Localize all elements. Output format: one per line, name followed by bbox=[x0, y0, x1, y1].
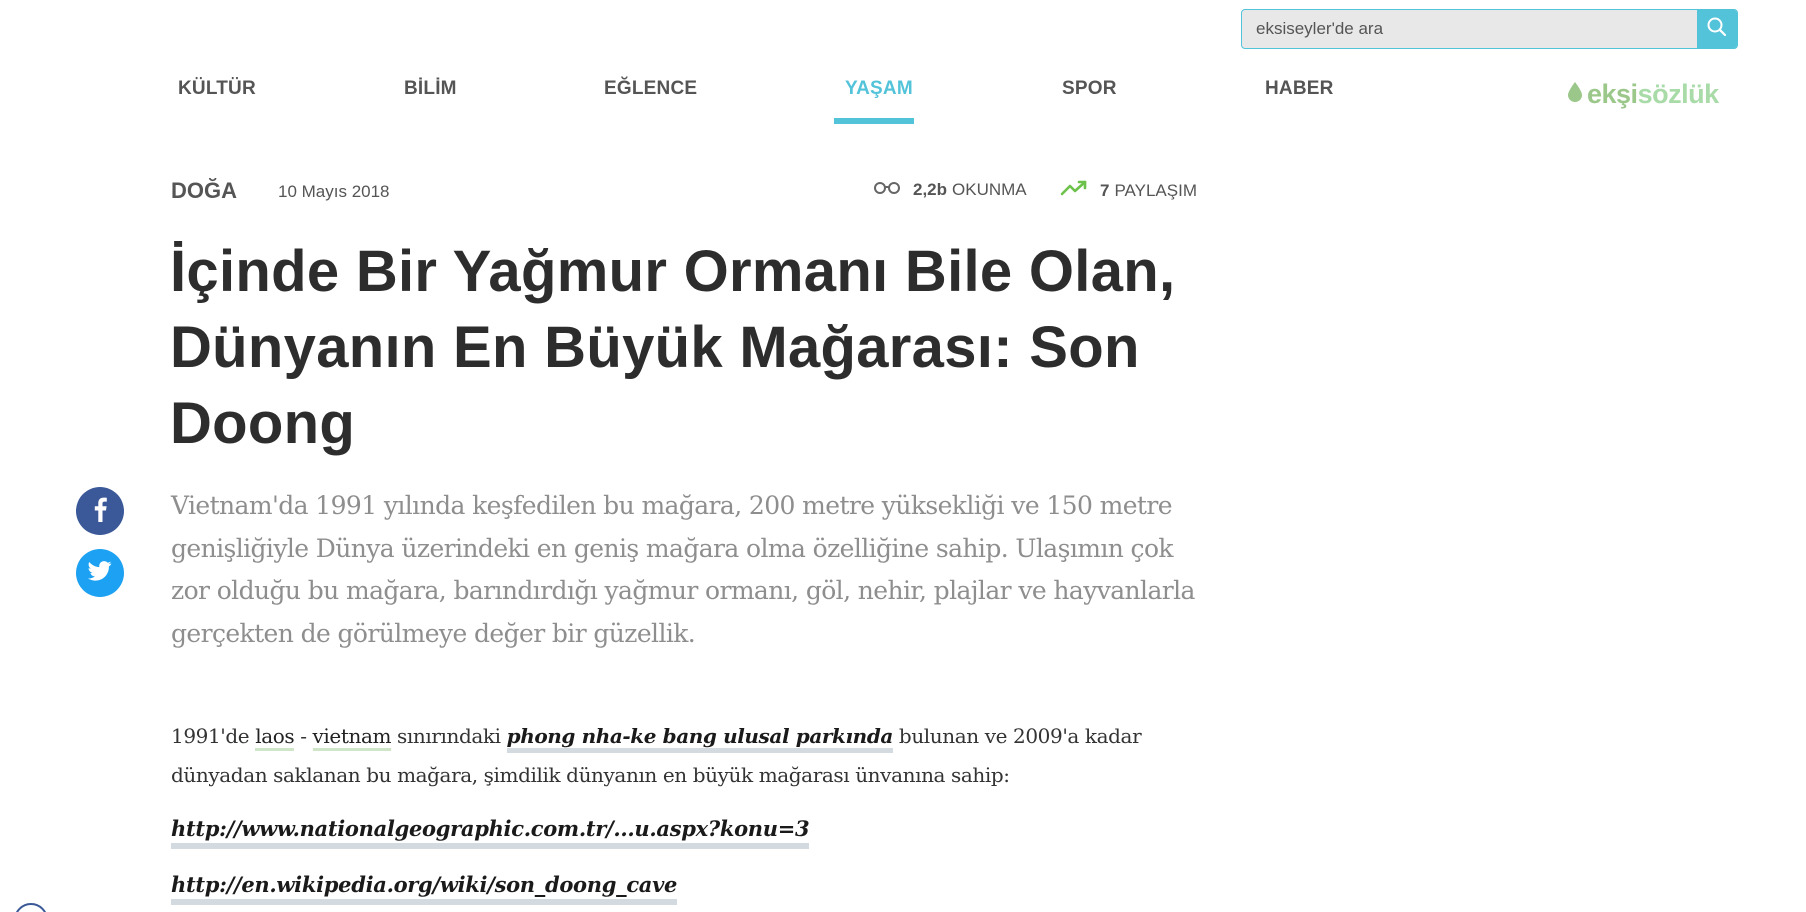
link-laos[interactable]: laos bbox=[255, 724, 295, 751]
search-button[interactable] bbox=[1697, 10, 1737, 48]
search-box bbox=[1241, 9, 1738, 49]
nav-item-haber[interactable]: HABER bbox=[1265, 78, 1334, 100]
facebook-icon bbox=[93, 496, 107, 527]
drop-icon bbox=[1567, 79, 1583, 110]
article-body: 1991'de laos - vietnam sınırındaki phong… bbox=[171, 717, 1231, 795]
body-text-segment: - bbox=[294, 724, 313, 748]
twitter-icon bbox=[87, 560, 112, 586]
article-date: 10 Mayıs 2018 bbox=[278, 182, 390, 201]
article-lead: Vietnam'da 1991 yılında keşfedilen bu ma… bbox=[171, 491, 1195, 648]
search-input[interactable] bbox=[1242, 10, 1697, 48]
share-count: 7 PAYLAŞIM bbox=[1060, 180, 1197, 201]
article-category[interactable]: DOĞA bbox=[171, 178, 237, 204]
main-nav: KÜLTÜR BİLİM EĞLENCE YAŞAM SPOR HABER bbox=[0, 78, 1806, 128]
link-national-geographic[interactable]: http://www.nationalgeographic.com.tr/...… bbox=[171, 815, 810, 849]
read-count-value: 2,2b bbox=[913, 180, 948, 199]
nav-item-kultur[interactable]: KÜLTÜR bbox=[178, 78, 256, 100]
nav-item-bilim[interactable]: BİLİM bbox=[404, 78, 457, 100]
link-wikipedia[interactable]: http://en.wikipedia.org/wiki/son_doong_c… bbox=[171, 871, 677, 905]
trending-up-icon bbox=[1060, 180, 1100, 201]
glasses-icon bbox=[873, 180, 913, 200]
link-vietnam[interactable]: vietnam bbox=[312, 724, 391, 751]
nav-item-eglence[interactable]: EĞLENCE bbox=[604, 78, 697, 100]
nav-active-indicator bbox=[834, 118, 914, 124]
link-national-park[interactable]: phong nha-ke bang ulusal parkında bbox=[506, 724, 893, 753]
twitter-share-button[interactable] bbox=[76, 549, 124, 597]
nav-item-yasam[interactable]: YAŞAM bbox=[845, 78, 913, 100]
body-text-segment: 1991'de bbox=[171, 724, 256, 748]
facebook-share-button[interactable] bbox=[76, 487, 124, 535]
logo-text-eksi: ekşi bbox=[1587, 79, 1638, 109]
page: KÜLTÜR BİLİM EĞLENCE YAŞAM SPOR HABER ek… bbox=[0, 0, 1806, 912]
search-icon bbox=[1706, 16, 1728, 43]
logo-text-sozluk: sözlük bbox=[1637, 79, 1720, 109]
partial-circle-button[interactable] bbox=[14, 903, 48, 912]
nav-item-spor[interactable]: SPOR bbox=[1062, 78, 1117, 100]
share-count-value: 7 bbox=[1100, 180, 1110, 200]
site-logo[interactable]: ekşi sözlük bbox=[1567, 79, 1719, 110]
article-title: İçinde Bir Yağmur Ormanı Bile Olan, Düny… bbox=[170, 239, 1176, 456]
share-count-label: PAYLAŞIM bbox=[1114, 180, 1197, 200]
read-count-label: OKUNMA bbox=[952, 180, 1027, 199]
body-text-segment: sınırındaki bbox=[391, 724, 507, 748]
read-count: 2,2b OKUNMA bbox=[873, 180, 1027, 200]
